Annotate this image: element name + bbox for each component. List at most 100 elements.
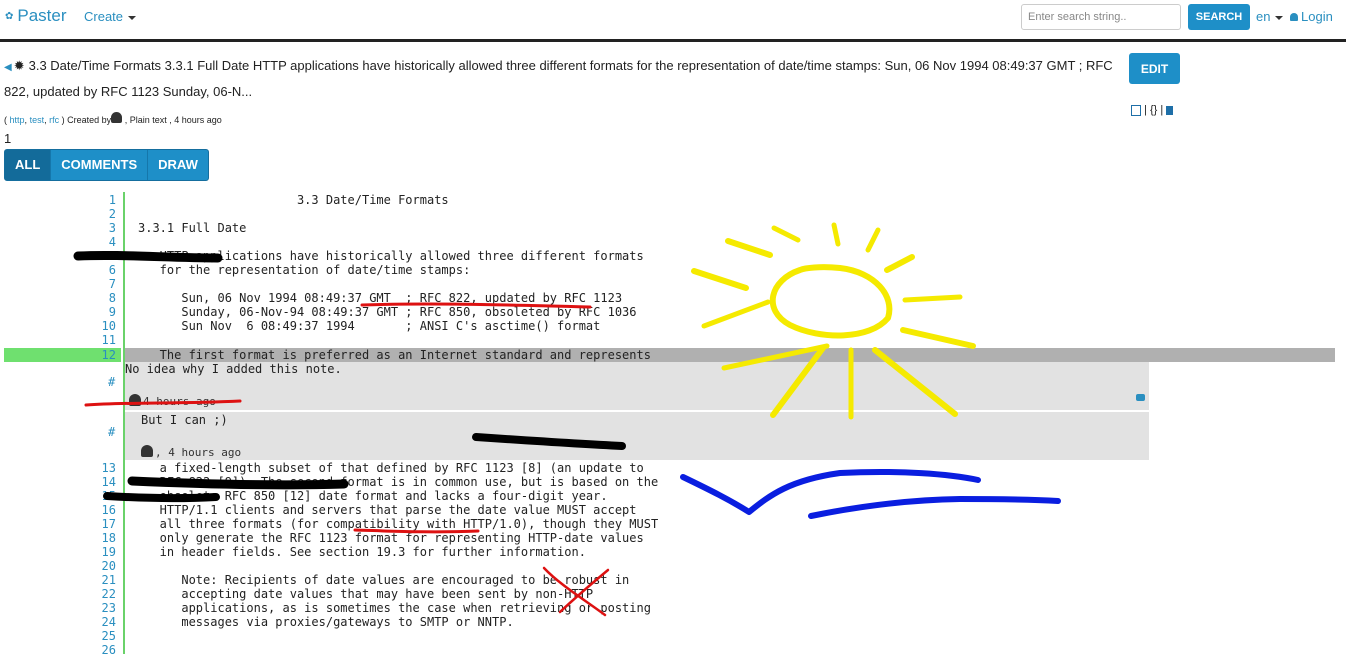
line-number[interactable]: 22 (76, 587, 116, 601)
code-line: 8 Sun, 06 Nov 1994 08:49:37 GMT ; RFC 82… (0, 291, 1346, 305)
brand-link[interactable]: ✿ Paster (5, 6, 67, 26)
language-label: en (1256, 9, 1271, 24)
line-number[interactable]: 11 (76, 333, 116, 347)
create-label: Create (84, 9, 124, 24)
code-line: 21 Note: Recipients of date values are e… (0, 573, 1346, 587)
code-line: 11 (0, 333, 1346, 347)
login-link[interactable]: Login (1290, 9, 1333, 24)
line-number[interactable]: 10 (76, 319, 116, 333)
search-button[interactable]: SEARCH (1188, 4, 1250, 30)
line-number[interactable]: 19 (76, 545, 116, 559)
line-text: The first format is preferred as an Inte… (138, 348, 651, 362)
action-separator: | (1160, 104, 1164, 116)
line-number[interactable]: 1 (76, 193, 116, 207)
line-number[interactable]: 21 (76, 573, 116, 587)
code-line: 9 Sunday, 06-Nov-94 08:49:37 GMT ; RFC 8… (0, 305, 1346, 319)
code-line: 14 RFC 822 [9]). The second format is in… (0, 475, 1346, 489)
code-line: 24 messages via proxies/gateways to SMTP… (0, 615, 1346, 629)
paste-actions: | {} | (1131, 104, 1174, 116)
line-number[interactable]: 23 (76, 601, 116, 615)
meta-close-paren: ) (61, 115, 65, 125)
tab-all[interactable]: ALL (5, 150, 52, 180)
calendar-icon[interactable] (1131, 104, 1141, 116)
line-number[interactable]: 16 (76, 503, 116, 517)
language-menu[interactable]: en (1256, 9, 1284, 24)
comment-meta: , 4 hours ago (141, 445, 241, 459)
tab-comments[interactable]: COMMENTS (51, 150, 149, 180)
line-text: messages via proxies/gateways to SMTP or… (138, 615, 514, 629)
user-icon (129, 394, 141, 406)
line-text: obsolete RFC 850 [12] date format and la… (138, 489, 608, 503)
line-number[interactable]: 7 (76, 277, 116, 291)
paste-meta: ( http, test, rfc ) Created by , Plain t… (4, 112, 222, 125)
code-line: 23 applications, as is sometimes the cas… (0, 601, 1346, 615)
comment-anchor[interactable]: # (108, 425, 115, 439)
line-number[interactable]: 5 (76, 249, 116, 263)
created-by-label: Created by (67, 115, 112, 125)
code-line: 26 (0, 643, 1346, 657)
line-text: Sun Nov 6 08:49:37 1994 ; ANSI C's ascti… (138, 319, 601, 333)
comment-anchor[interactable]: # (108, 375, 115, 389)
paste-type-time: , Plain text , 4 hours ago (124, 115, 222, 125)
line-number[interactable]: 20 (76, 559, 116, 573)
user-icon (1290, 13, 1298, 21)
line-text: Sunday, 06-Nov-94 08:49:37 GMT ; RFC 850… (138, 305, 637, 319)
line-number[interactable]: 14 (76, 475, 116, 489)
user-icon (111, 112, 123, 123)
code-line: 17 all three formats (for compatibility … (0, 517, 1346, 531)
code-line: 22 accepting date values that may have b… (0, 587, 1346, 601)
edit-button[interactable]: EDIT (1129, 53, 1180, 84)
code-line: 4 (0, 235, 1346, 249)
code-line: 15 obsolete RFC 850 [12] date format and… (0, 489, 1346, 503)
line-text: 3.3 Date/Time Formats (138, 193, 449, 207)
line-number[interactable]: 15 (76, 489, 116, 503)
search-input[interactable] (1021, 4, 1181, 30)
code-line: 1 3.3 Date/Time Formats (0, 193, 1346, 207)
file-icon[interactable] (1166, 105, 1174, 115)
tag-link[interactable]: rfc (49, 115, 59, 125)
comment-text: But I can ;) (141, 413, 228, 427)
line-number[interactable]: 24 (76, 615, 116, 629)
line-number[interactable]: 13 (76, 461, 116, 475)
tag-link[interactable]: test (30, 115, 45, 125)
code-line-highlighted: 12 The first format is preferred as an I… (0, 348, 1346, 362)
line-number[interactable]: 8 (76, 291, 116, 305)
tab-draw[interactable]: DRAW (148, 150, 208, 180)
json-link[interactable]: {} (1150, 104, 1157, 116)
login-label: Login (1301, 9, 1333, 24)
line-number[interactable]: 3 (76, 221, 116, 235)
caret-down-icon (1275, 15, 1284, 20)
code-line: 19 in header fields. See section 19.3 fo… (0, 545, 1346, 559)
code-line: 6 for the representation of date/time st… (0, 263, 1346, 277)
comment-meta: 4 hours ago (129, 394, 216, 408)
line-number[interactable]: 26 (76, 643, 116, 657)
paste-title: ◀ ✹ 3.3 Date/Time Formats 3.3.1 Full Date … (4, 54, 1116, 104)
line-number[interactable]: 18 (76, 531, 116, 545)
paster-logo-icon: ✿ (5, 11, 14, 23)
action-separator: | (1144, 104, 1147, 116)
line-number[interactable]: 2 (76, 207, 116, 221)
line-text: in header fields. See section 19.3 for f… (138, 545, 586, 559)
line-number[interactable]: 6 (76, 263, 116, 277)
comment-box: But I can ;) , 4 hours ago (125, 411, 1149, 460)
line-text: 3.3.1 Full Date (138, 221, 247, 235)
back-arrow-icon[interactable]: ◀ (4, 62, 12, 73)
code-line: 25 (0, 629, 1346, 643)
user-icon (141, 445, 153, 457)
tag-link[interactable]: http (10, 115, 25, 125)
comment-box: No idea why I added this note. 4 hours a… (125, 362, 1149, 410)
code-line: 3 3.3.1 Full Date (0, 221, 1346, 235)
line-number[interactable]: 17 (76, 517, 116, 531)
line-number[interactable]: 4 (76, 235, 116, 249)
comment-icon[interactable] (1136, 394, 1145, 401)
line-text: HTTP/1.1 clients and servers that parse … (138, 503, 637, 517)
code-line: 16 HTTP/1.1 clients and servers that par… (0, 503, 1346, 517)
line-number[interactable]: 12 (76, 348, 116, 362)
code-line: 5 HTTP applications have historically al… (0, 249, 1346, 263)
caret-down-icon (128, 15, 137, 20)
brand-label: Paster (17, 6, 67, 25)
line-number[interactable]: 25 (76, 629, 116, 643)
create-menu[interactable]: Create (84, 9, 137, 24)
line-text: applications, as is sometimes the case w… (138, 601, 651, 615)
line-number[interactable]: 9 (76, 305, 116, 319)
